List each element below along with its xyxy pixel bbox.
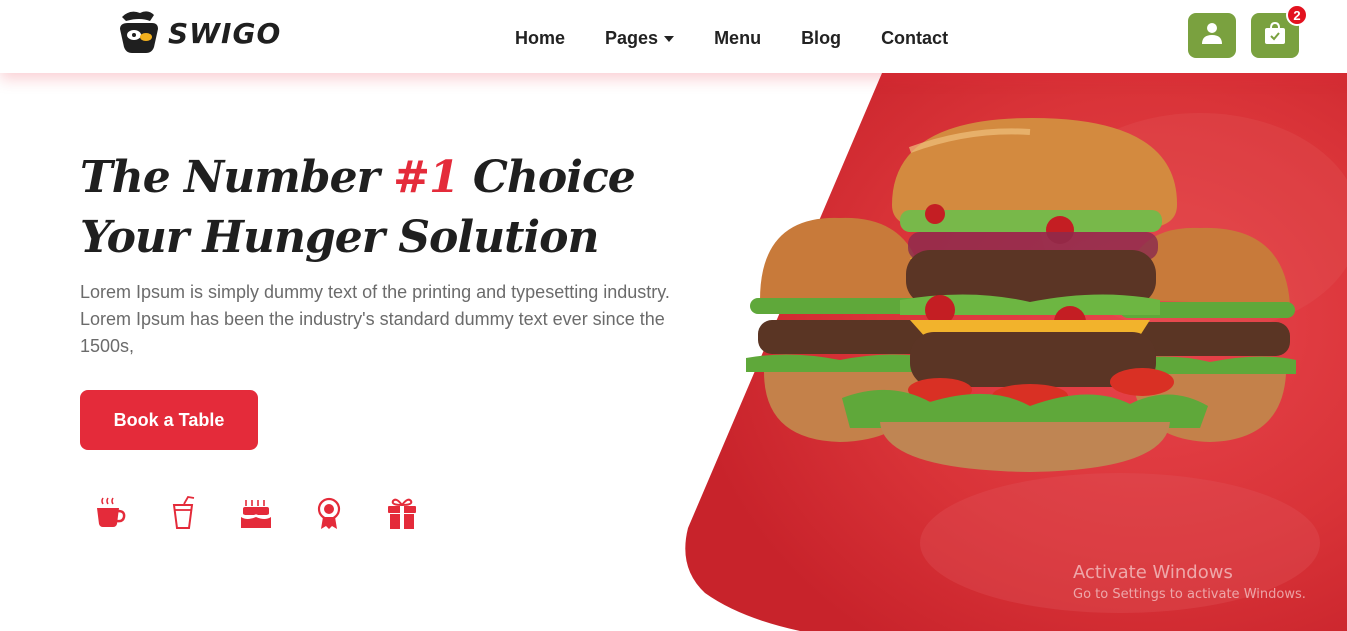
nav-item-label: Blog	[801, 28, 842, 48]
feature-icons-row	[92, 494, 457, 532]
caret-down-icon	[664, 35, 675, 42]
nav-item-label: Pages	[605, 28, 659, 48]
book-table-button[interactable]: Book a Table	[80, 390, 258, 450]
nav-item-label: Menu	[714, 28, 762, 48]
hero-title: The Number #1 Choice Your Hunger Solutio…	[80, 148, 680, 268]
windows-activation-watermark: Activate Windows Go to Settings to activ…	[1073, 562, 1306, 605]
shopping-bag-icon	[1262, 20, 1288, 51]
burger-image	[730, 110, 1310, 490]
chef-hat-logo-icon	[116, 7, 162, 60]
watermark-title: Activate Windows	[1073, 562, 1233, 583]
cart-count-badge: 2	[1286, 4, 1308, 26]
coffee-cup-icon	[92, 494, 128, 532]
nav-item-blog[interactable]: Blog	[801, 26, 841, 51]
watermark-subtitle: Go to Settings to activate Windows.	[1073, 587, 1306, 602]
nav-item-label: Contact	[881, 28, 949, 48]
site-header: SWIGO Home Pages Menu Blog Contact 2	[0, 0, 1347, 73]
hero-description: Lorem Ipsum is simply dummy text of the …	[80, 282, 670, 356]
nav-item-menu[interactable]: Menu	[714, 26, 761, 51]
nav-item-label: Home	[515, 28, 566, 48]
nav-item-home[interactable]: Home	[515, 26, 565, 51]
user-icon	[1200, 21, 1224, 50]
brand-name: SWIGO	[168, 16, 282, 50]
hero-title-part1: The Number	[80, 152, 394, 203]
birthday-cake-icon	[238, 494, 274, 532]
user-account-button[interactable]	[1188, 13, 1236, 58]
nav-item-contact[interactable]: Contact	[881, 26, 948, 51]
nav-item-pages[interactable]: Pages	[605, 26, 675, 51]
drink-cup-icon	[165, 494, 201, 532]
cart-button[interactable]: 2	[1251, 4, 1308, 58]
brand-logo[interactable]: SWIGO	[116, 8, 281, 58]
gift-box-icon	[384, 494, 420, 532]
hero-title-accent: #1	[393, 152, 459, 203]
main-nav: Home Pages Menu Blog Contact	[515, 26, 988, 51]
award-badge-icon	[311, 494, 347, 532]
